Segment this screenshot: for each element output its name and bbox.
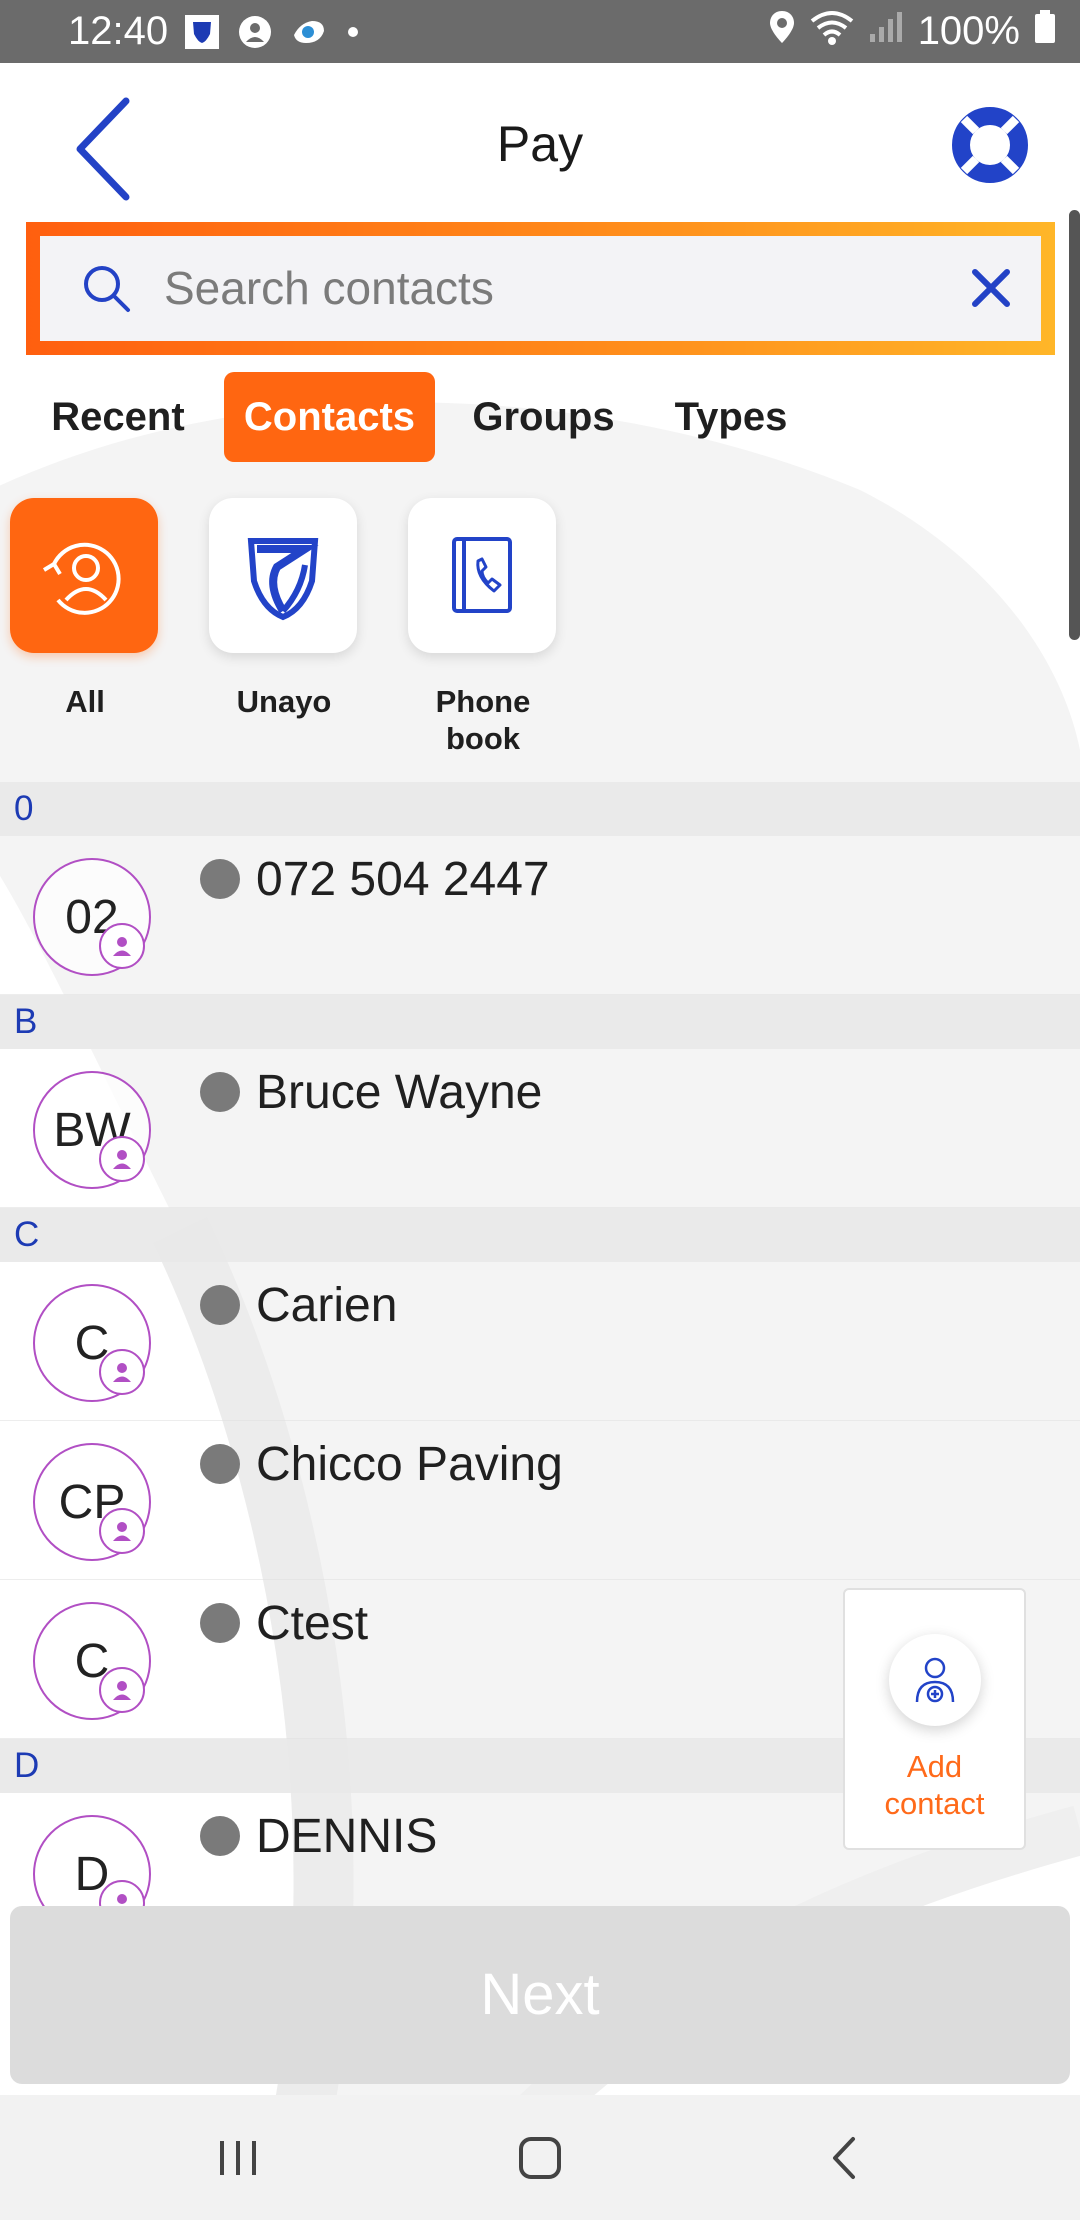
filter-all-label: All <box>65 684 105 719</box>
wifi-icon <box>810 9 854 55</box>
tab-contacts[interactable]: Contacts <box>224 372 435 462</box>
tab-recent[interactable]: Recent <box>38 372 198 462</box>
header: Pay <box>0 63 1080 223</box>
account-notification-icon <box>238 15 272 49</box>
status-dot <box>200 859 240 899</box>
more-notifications-icon <box>346 25 360 39</box>
filter-all-tile <box>10 498 158 653</box>
contact-name: DENNIS <box>256 1810 438 1863</box>
scrollbar[interactable] <box>1069 210 1080 640</box>
contact-name: Ctest <box>256 1597 369 1650</box>
bank-shield-logo <box>247 537 319 620</box>
filter-unayo-tile <box>209 498 357 653</box>
location-icon <box>768 9 796 55</box>
person-badge-icon <box>99 1349 145 1395</box>
contact-name: 072 504 2447 <box>256 853 550 906</box>
status-dot <box>200 1603 240 1643</box>
close-icon <box>972 269 1010 307</box>
search-icon <box>78 260 134 321</box>
filter-phone-book-label: Phone book <box>435 684 531 756</box>
recent-apps-button[interactable] <box>210 2133 270 2183</box>
filter-unayo[interactable]: Unayo <box>209 498 359 720</box>
signal-icon <box>868 9 904 54</box>
battery-percent: 100% <box>917 9 1020 53</box>
section-header-0: 0 <box>0 782 1080 836</box>
contact-row[interactable]: BW Bruce Wayne <box>0 1049 1080 1208</box>
vpn-notification-icon <box>290 15 328 49</box>
add-contact-label: Add contact <box>845 1748 1024 1822</box>
status-bar: 12:40 100% <box>0 0 1080 63</box>
person-badge-icon <box>99 1136 145 1182</box>
person-badge-icon <box>99 923 145 969</box>
status-dot <box>200 1816 240 1856</box>
add-person-icon <box>915 1657 954 1703</box>
tab-types[interactable]: Types <box>660 372 802 462</box>
add-contact-button[interactable]: Add contact <box>843 1588 1026 1850</box>
contact-row[interactable]: CP Chicco Paving <box>0 1421 1080 1580</box>
status-dot <box>200 1444 240 1484</box>
tab-groups[interactable]: Groups <box>462 372 625 462</box>
recent-apps-icon <box>220 2141 256 2175</box>
filter-phone-book[interactable]: Phone book <box>408 498 558 757</box>
phone-book-icon <box>452 536 512 613</box>
lifebuoy-icon <box>952 107 1028 183</box>
contact-sync-icon <box>42 542 121 615</box>
person-badge-icon <box>99 1508 145 1554</box>
section-header-b: B <box>0 995 1080 1049</box>
home-icon <box>519 2137 561 2179</box>
tab-bar: Recent Contacts Groups Types <box>0 372 1080 462</box>
add-contact-circle <box>888 1634 981 1726</box>
navigation-bar <box>0 2095 1080 2220</box>
search-box <box>40 236 1041 341</box>
help-button[interactable] <box>950 105 1030 185</box>
contact-row[interactable]: C Carien <box>0 1262 1080 1421</box>
contact-name: Carien <box>256 1279 398 1332</box>
filter-phone-book-tile <box>408 498 556 653</box>
bank-notification-icon <box>184 14 220 50</box>
next-button[interactable]: Next <box>10 1906 1070 2084</box>
add-contact-label-line1: Add <box>906 1749 963 1784</box>
person-badge-icon <box>99 1667 145 1713</box>
search-container <box>26 222 1055 355</box>
search-input[interactable] <box>164 250 944 326</box>
filter-all[interactable]: All <box>10 498 160 720</box>
contact-name: Bruce Wayne <box>256 1066 543 1119</box>
status-time: 12:40 <box>68 9 169 53</box>
add-contact-label-line2: contact <box>884 1786 985 1821</box>
status-dot <box>200 1285 240 1325</box>
page-title: Pay <box>496 116 584 172</box>
system-back-button[interactable] <box>815 2133 875 2183</box>
filter-unayo-label: Unayo <box>236 684 332 719</box>
clear-search-button[interactable] <box>967 264 1015 312</box>
chevron-left-icon <box>833 2137 855 2179</box>
battery-icon <box>1034 9 1056 54</box>
contact-name: Chicco Paving <box>256 1438 563 1491</box>
home-button[interactable] <box>510 2133 570 2183</box>
contact-row[interactable]: 02 072 504 2447 <box>0 836 1080 995</box>
section-header-c: C <box>0 1208 1080 1262</box>
status-dot <box>200 1072 240 1112</box>
